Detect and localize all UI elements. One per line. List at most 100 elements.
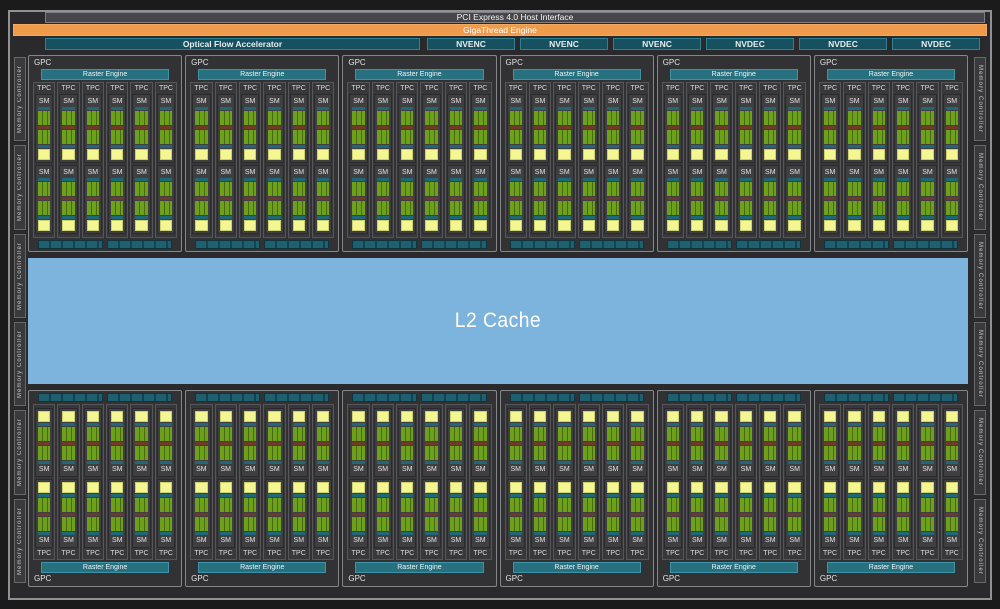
sm-block: SM [192, 165, 210, 234]
gpc-label: GPC [189, 574, 335, 584]
rt-core-block [740, 411, 752, 422]
tensor-core-bar [377, 126, 389, 129]
l1-cache-bar [293, 145, 305, 148]
tensor-core-bar [921, 513, 933, 516]
cuda-core-block [474, 111, 486, 125]
l1-cache-bar [824, 532, 836, 535]
sm-label: SM [450, 465, 462, 474]
memory-controller-strip: Memory Controller [14, 57, 26, 141]
gpc-label: GPC [32, 574, 178, 584]
sm-block: SM [580, 408, 598, 477]
l1-cache-bar [244, 216, 256, 219]
cuda-core-block [824, 427, 836, 441]
tpc-label: TPC [470, 83, 490, 94]
tpc-row: TPCSMSMTPCSMSMTPCSMSMTPCSMSMTPCSMSMTPCSM… [818, 404, 964, 560]
tpc-column: TPCSMSM [190, 404, 212, 560]
l1-cache-bar [715, 423, 727, 426]
rt-core-block [87, 482, 99, 493]
tpc-column: TPCSMSM [783, 404, 805, 560]
l1-cache-bar [897, 107, 909, 110]
cuda-core-block [691, 446, 703, 460]
sm-block: SM [84, 165, 102, 234]
sm-label: SM [897, 168, 909, 177]
sm-block: SM [580, 165, 598, 234]
texture-unit-row [38, 240, 172, 249]
cuda-core-block [135, 182, 147, 196]
gpc-block: GPCRaster EngineTPCSMSMTPCSMSMTPCSMSMTPC… [28, 390, 182, 587]
tensor-core-bar [607, 513, 619, 516]
cuda-core-block [62, 182, 74, 196]
l1-cache-bar [946, 532, 958, 535]
tensor-core-bar [691, 197, 703, 200]
sm-label: SM [377, 465, 389, 474]
tpc-label: TPC [627, 83, 647, 94]
tensor-core-bar [220, 197, 232, 200]
l1-cache-bar [740, 107, 752, 110]
tpc-label: TPC [131, 548, 151, 559]
l1-cache-bar [474, 494, 486, 497]
l1-cache-bar [293, 107, 305, 110]
tensor-core-bar [293, 126, 305, 129]
cuda-core-block [38, 498, 50, 512]
sm-block: SM [555, 408, 573, 477]
tpc-column: TPCSMSM [82, 82, 104, 238]
sm-label: SM [558, 465, 570, 474]
tensor-core-bar [38, 442, 50, 445]
sm-label: SM [558, 97, 570, 106]
tpc-label: TPC [711, 548, 731, 559]
sm-block: SM [821, 408, 839, 477]
l1-cache-bar [848, 461, 860, 464]
l1-cache-bar [268, 494, 280, 497]
l1-cache-bar [244, 423, 256, 426]
l1-cache-bar [740, 532, 752, 535]
memory-controller-label: Memory Controller [17, 65, 23, 133]
rt-core-block [317, 149, 329, 160]
l1-cache-bar [510, 423, 522, 426]
sm-label: SM [352, 97, 364, 106]
cuda-core-block [62, 130, 74, 144]
gpc-row-bottom: GPCRaster EngineTPCSMSMTPCSMSMTPCSMSMTPC… [28, 390, 968, 587]
l1-cache-bar [220, 461, 232, 464]
memory-controller-strip: Memory Controller [14, 322, 26, 406]
rt-core-block [824, 220, 836, 231]
sm-label: SM [87, 536, 99, 545]
tpc-column: TPCSMSM [57, 404, 79, 560]
cuda-core-block [824, 111, 836, 125]
l1-cache-bar [317, 145, 329, 148]
sm-block: SM [507, 94, 525, 163]
sm-label: SM [873, 97, 885, 106]
pci-host-interface-bar: PCI Express 4.0 Host Interface [45, 12, 985, 23]
l1-cache-bar [921, 178, 933, 181]
cuda-core-block [788, 517, 800, 531]
l1-cache-bar [715, 178, 727, 181]
sm-label: SM [425, 536, 437, 545]
cuda-core-block [293, 517, 305, 531]
sm-label: SM [764, 168, 776, 177]
cuda-core-block [62, 201, 74, 215]
tpc-label: TPC [687, 548, 707, 559]
l1-cache-bar [474, 532, 486, 535]
sm-block: SM [265, 479, 283, 548]
gpc-block: GPCRaster EngineTPCSMSMTPCSMSMTPCSMSMTPC… [814, 390, 968, 587]
sm-label: SM [607, 465, 619, 474]
tensor-core-bar [583, 442, 595, 445]
cuda-core-block [946, 517, 958, 531]
rt-core-block [293, 411, 305, 422]
cuda-core-block [583, 427, 595, 441]
tensor-core-bar [607, 442, 619, 445]
sm-block: SM [349, 165, 367, 234]
sm-block: SM [157, 408, 175, 477]
l1-cache-bar [160, 423, 172, 426]
cuda-core-block [195, 498, 207, 512]
tpc-label: TPC [191, 548, 211, 559]
l1-cache-bar [474, 423, 486, 426]
l1-cache-bar [824, 107, 836, 110]
tensor-core-bar [377, 442, 389, 445]
sm-label: SM [377, 168, 389, 177]
l1-cache-bar [510, 107, 522, 110]
rt-core-block [715, 220, 727, 231]
cuda-core-block [195, 517, 207, 531]
sm-block: SM [555, 165, 573, 234]
tpc-label: TPC [917, 548, 937, 559]
l1-cache-bar [38, 145, 50, 148]
